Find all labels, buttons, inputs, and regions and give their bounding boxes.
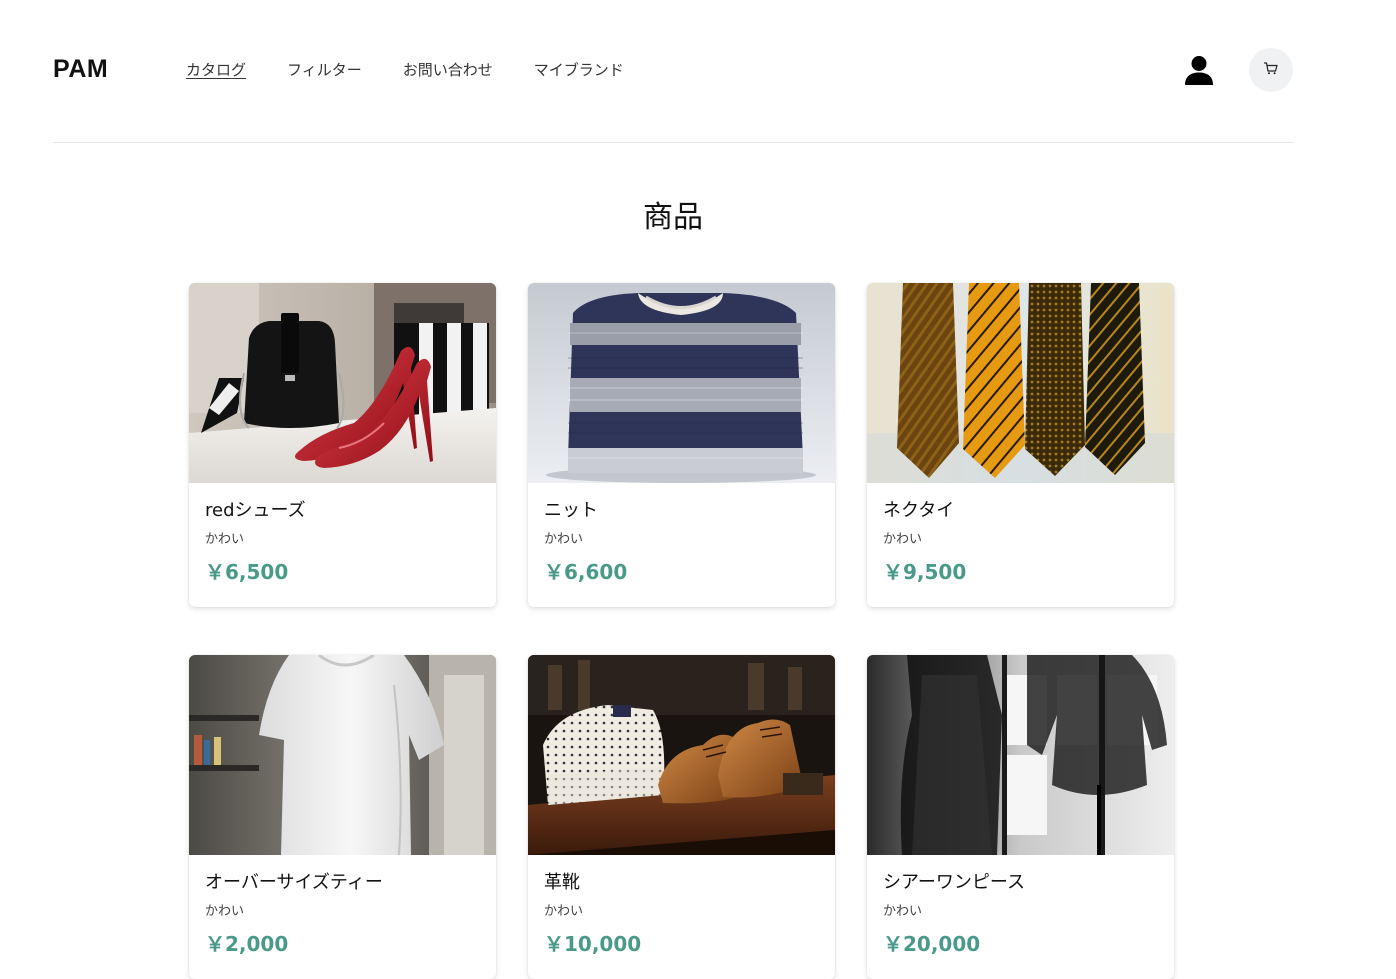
product-name: redシューズ bbox=[205, 500, 306, 521]
product-name: ネクタイ bbox=[883, 500, 955, 521]
product-description: かわい bbox=[544, 904, 584, 919]
product-name: シアーワンピース bbox=[883, 872, 1026, 893]
cart-icon bbox=[1263, 60, 1279, 80]
nav-item-contact[interactable]: お問い合わせ bbox=[403, 59, 493, 80]
product-description: かわい bbox=[205, 532, 245, 547]
product-card[interactable]: オーバーサイズティー かわい ￥2,000 bbox=[189, 655, 496, 979]
nav-item-filter[interactable]: フィルター bbox=[287, 59, 362, 80]
product-name: 革靴 bbox=[544, 872, 580, 893]
product-price: ￥6,600 bbox=[544, 560, 628, 584]
product-name: ニット bbox=[544, 500, 598, 521]
product-card[interactable]: 革靴 かわい ￥10,000 bbox=[528, 655, 835, 979]
product-description: かわい bbox=[883, 532, 923, 547]
product-image-tshirt bbox=[189, 655, 496, 855]
product-description: かわい bbox=[205, 904, 245, 919]
logo[interactable]: PAM bbox=[53, 55, 108, 84]
product-price: ￥10,000 bbox=[544, 932, 642, 956]
product-image-sheer-dress bbox=[867, 655, 1174, 855]
nav-item-catalog[interactable]: カタログ bbox=[186, 59, 246, 80]
product-card[interactable]: ニット かわい ￥6,600 bbox=[528, 283, 835, 607]
product-image-leather-shoes bbox=[528, 655, 835, 855]
product-price: ￥9,500 bbox=[883, 560, 967, 584]
product-card[interactable]: ネクタイ かわい ￥9,500 bbox=[867, 283, 1174, 607]
product-price: ￥6,500 bbox=[205, 560, 289, 584]
product-description: かわい bbox=[883, 904, 923, 919]
product-image-knit bbox=[528, 283, 835, 483]
user-icon[interactable] bbox=[1184, 55, 1214, 87]
product-price: ￥20,000 bbox=[883, 932, 981, 956]
main-nav: カタログ フィルター お問い合わせ マイブランド bbox=[186, 59, 665, 80]
site-header: PAM カタログ フィルター お問い合わせ マイブランド bbox=[53, 0, 1293, 143]
nav-item-my-brand[interactable]: マイブランド bbox=[534, 59, 624, 80]
page-title: 商品 bbox=[643, 200, 703, 235]
product-price: ￥2,000 bbox=[205, 932, 289, 956]
product-name: オーバーサイズティー bbox=[205, 872, 383, 893]
product-image-neckties bbox=[867, 283, 1174, 483]
product-grid: redシューズ かわい ￥6,500 ニット かわい ￥6,600 ネクタイ か… bbox=[189, 283, 1174, 979]
product-description: かわい bbox=[544, 532, 584, 547]
product-image-red-heels bbox=[189, 283, 496, 483]
product-card[interactable]: シアーワンピース かわい ￥20,000 bbox=[867, 655, 1174, 979]
product-card[interactable]: redシューズ かわい ￥6,500 bbox=[189, 283, 496, 607]
cart-button[interactable] bbox=[1249, 48, 1293, 92]
